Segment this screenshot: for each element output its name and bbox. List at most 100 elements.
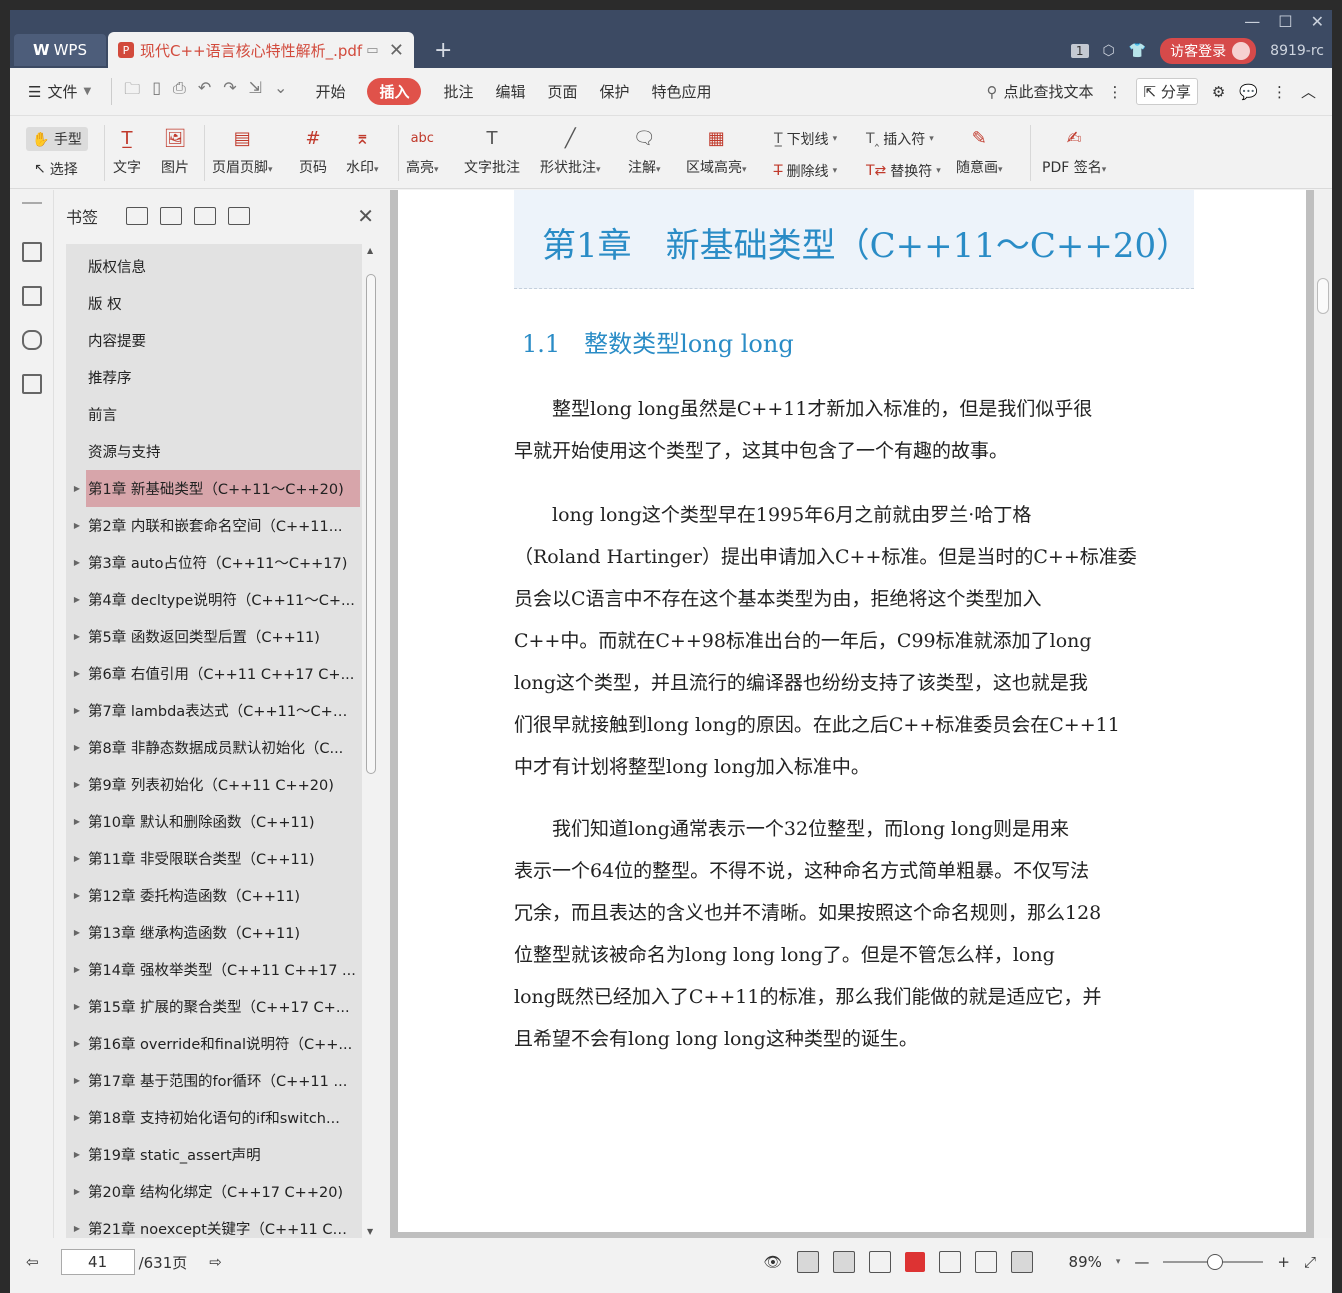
wps-home-tab[interactable]: W WPS <box>14 34 106 66</box>
share-button[interactable]: ⇱ 分享 <box>1136 78 1198 105</box>
settings-icon[interactable]: ⚙ <box>1212 83 1225 101</box>
bookmark-item[interactable]: ▶ 第6章 右值引用（C++11 C++17 C+... <box>66 655 362 692</box>
zoom-slider[interactable] <box>1163 1254 1264 1270</box>
bookmark-item[interactable]: 资源与支持 <box>66 433 362 470</box>
expand-arrow-icon[interactable]: ▶ <box>66 706 88 715</box>
tab-annotate[interactable]: 批注 <box>443 81 473 102</box>
expand-arrow-icon[interactable]: ▶ <box>66 1076 88 1085</box>
expand-all-icon[interactable] <box>160 207 182 225</box>
tab-insert[interactable]: 插入 <box>367 78 422 105</box>
expand-arrow-icon[interactable]: ▶ <box>66 743 88 752</box>
guest-login-button[interactable]: 访客登录 <box>1160 38 1257 64</box>
open-folder-icon[interactable]: 🗀 <box>124 78 140 105</box>
bookmark-item[interactable]: ▶ 第13章 继承构造函数（C++11) <box>66 914 362 951</box>
fit-page-icon[interactable] <box>974 1251 997 1273</box>
expand-arrow-icon[interactable]: ▶ <box>66 521 88 530</box>
new-tab-icon[interactable]: + <box>434 38 452 63</box>
tab-page[interactable]: 页面 <box>548 81 578 102</box>
expand-arrow-icon[interactable]: ▶ <box>66 558 88 567</box>
export-icon[interactable]: ⇲ <box>249 78 262 105</box>
minimize-icon[interactable]: — <box>1244 12 1260 31</box>
close-panel-icon[interactable]: ✕ <box>357 204 374 228</box>
document-tab[interactable]: P 现代C++语言核心特性解析_.pdf ▭ ✕ <box>108 32 414 68</box>
scrollbar-thumb[interactable] <box>366 274 376 774</box>
undo-icon[interactable]: ↶ <box>198 78 211 105</box>
bookmark-item[interactable]: ▶ 第10章 默认和删除函数（C++11) <box>66 803 362 840</box>
single-page-icon[interactable] <box>832 1251 855 1273</box>
bookmark-item[interactable]: ▶ 第14章 强枚举类型（C++11 C++17 ... <box>66 951 362 988</box>
header-footer-button[interactable]: ▤ 页眉页脚▾ <box>212 123 273 177</box>
shape-annotation-button[interactable]: ╱ 形状批注▾ <box>540 123 601 177</box>
pdf-sign-button[interactable]: ✍ PDF 签名▾ <box>1042 123 1106 177</box>
bookmark-scrollbar[interactable]: ▲ ▼ <box>364 244 378 1238</box>
expand-arrow-icon[interactable]: ▶ <box>66 965 88 974</box>
tab-start[interactable]: 开始 <box>315 81 345 102</box>
bookmark-item[interactable]: ▶ 第3章 auto占位符（C++11～C++17) <box>66 544 362 581</box>
more-dropdown-icon[interactable]: ⌄ <box>274 78 287 105</box>
expand-arrow-icon[interactable]: ▶ <box>66 817 88 826</box>
bookmark-item[interactable]: ▶ 第18章 支持初始化语句的if和switch... <box>66 1099 362 1136</box>
print-icon[interactable]: ⎙ <box>173 78 186 105</box>
expand-arrow-icon[interactable]: ▶ <box>66 632 88 641</box>
prev-page-icon[interactable]: ⇦ <box>26 1253 39 1271</box>
expand-arrow-icon[interactable]: ▶ <box>66 891 88 900</box>
next-page-icon[interactable]: ⇨ <box>209 1253 222 1271</box>
bookmark-item[interactable]: ▶ 第8章 非静态数据成员默认初始化（C... <box>66 729 362 766</box>
bookmark-item[interactable]: ▶ 第1章 新基础类型（C++11～C++20) <box>74 470 360 507</box>
bookmark-item[interactable]: 版 权 <box>66 285 362 322</box>
annotation-icon[interactable] <box>22 330 42 350</box>
bookmark-item[interactable]: ▶ 第17章 基于范围的for循环（C++11 ... <box>66 1062 362 1099</box>
bookmark-item[interactable]: ▶ 第20章 结构化绑定（C++17 C++20) <box>66 1173 362 1210</box>
scroll-down-icon[interactable]: ▼ <box>367 1227 373 1236</box>
zoom-dropdown-icon[interactable]: ▾ <box>1116 1257 1121 1267</box>
thumbnail-icon[interactable] <box>22 286 42 306</box>
bookmark-options-icon[interactable] <box>228 207 250 225</box>
strikethrough-button[interactable]: T̶ 删除线 ▾ <box>774 161 837 181</box>
bookmark-item[interactable]: 推荐序 <box>66 359 362 396</box>
bookmark-item[interactable]: ▶ 第21章 noexcept关键字（C++11 C+... <box>66 1210 362 1238</box>
hand-tool-button[interactable]: ✋ 手型 <box>26 127 88 151</box>
eye-protection-icon[interactable]: 👁 <box>763 1253 782 1271</box>
insert-image-button[interactable]: 🖼 图片 <box>160 123 190 177</box>
bookmark-item[interactable]: 版权信息 <box>66 248 362 285</box>
redo-icon[interactable]: ↷ <box>223 78 236 105</box>
expand-arrow-icon[interactable]: ▶ <box>66 669 88 678</box>
bookmark-item[interactable]: ▶ 第19章 static_assert声明 <box>66 1136 362 1173</box>
bookmark-list-icon[interactable] <box>22 242 42 262</box>
bookmark-item[interactable]: 前言 <box>66 396 362 433</box>
more-options-icon[interactable]: ⋮ <box>1272 83 1287 101</box>
tab-protect[interactable]: 保护 <box>600 81 630 102</box>
expand-arrow-icon[interactable]: ▶ <box>66 1113 88 1122</box>
two-page-icon[interactable] <box>868 1251 891 1273</box>
zoom-out-icon[interactable]: — <box>1134 1253 1149 1271</box>
expand-arrow-icon[interactable]: ▶ <box>66 1002 88 1011</box>
bookmark-item[interactable]: ▶ 第9章 列表初始化（C++11 C++20) <box>66 766 362 803</box>
bookmark-item[interactable]: ▶ 第7章 lambda表达式（C++11～C++... <box>66 692 362 729</box>
expand-arrow-icon[interactable]: ▶ <box>66 1150 88 1159</box>
expand-arrow-icon[interactable]: ▶ <box>66 1187 88 1196</box>
page-number-input[interactable]: 41 <box>60 1249 135 1275</box>
bookmark-item[interactable]: ▶ 第12章 委托构造函数（C++11) <box>66 877 362 914</box>
attachment-icon[interactable] <box>22 374 42 394</box>
search-box[interactable]: ⚲ 点此查找文本 <box>986 81 1093 102</box>
page-count-badge[interactable]: 1 <box>1070 44 1089 58</box>
collapse-all-icon[interactable] <box>194 207 216 225</box>
skin-icon[interactable]: ⬡ <box>1103 43 1115 59</box>
bookmark-item[interactable]: ▶ 第2章 内联和嵌套命名空间（C++11... <box>66 507 362 544</box>
expand-arrow-icon[interactable]: ▶ <box>66 928 88 937</box>
insert-text-button[interactable]: T̲ 文字 <box>112 123 142 177</box>
collapse-ribbon-icon[interactable]: ︿ <box>1301 81 1316 102</box>
expand-arrow-icon[interactable]: ▶ <box>66 484 88 493</box>
more-vertical-icon[interactable]: ⋮ <box>1107 83 1122 101</box>
bookmark-item[interactable]: ▶ 第4章 decltype说明符（C++11～C+... <box>66 581 362 618</box>
area-highlight-button[interactable]: ▦ 区域高亮▾ <box>686 123 747 177</box>
select-tool-button[interactable]: ↖ 选择 <box>34 159 78 179</box>
tab-edit[interactable]: 编辑 <box>495 81 525 102</box>
bookmark-item[interactable]: ▶ 第16章 override和final说明符（C++... <box>66 1025 362 1062</box>
document-scrollbar[interactable] <box>1314 190 1332 1238</box>
zoom-in-icon[interactable]: + <box>1277 1253 1290 1271</box>
continuous-view-icon[interactable] <box>796 1251 819 1273</box>
watermark-button[interactable]: ⌆ 水印▾ <box>346 123 379 177</box>
insert-mark-button[interactable]: T‸ 插入符 ▾ <box>866 129 934 149</box>
save-icon[interactable]: ▯ <box>152 78 161 105</box>
